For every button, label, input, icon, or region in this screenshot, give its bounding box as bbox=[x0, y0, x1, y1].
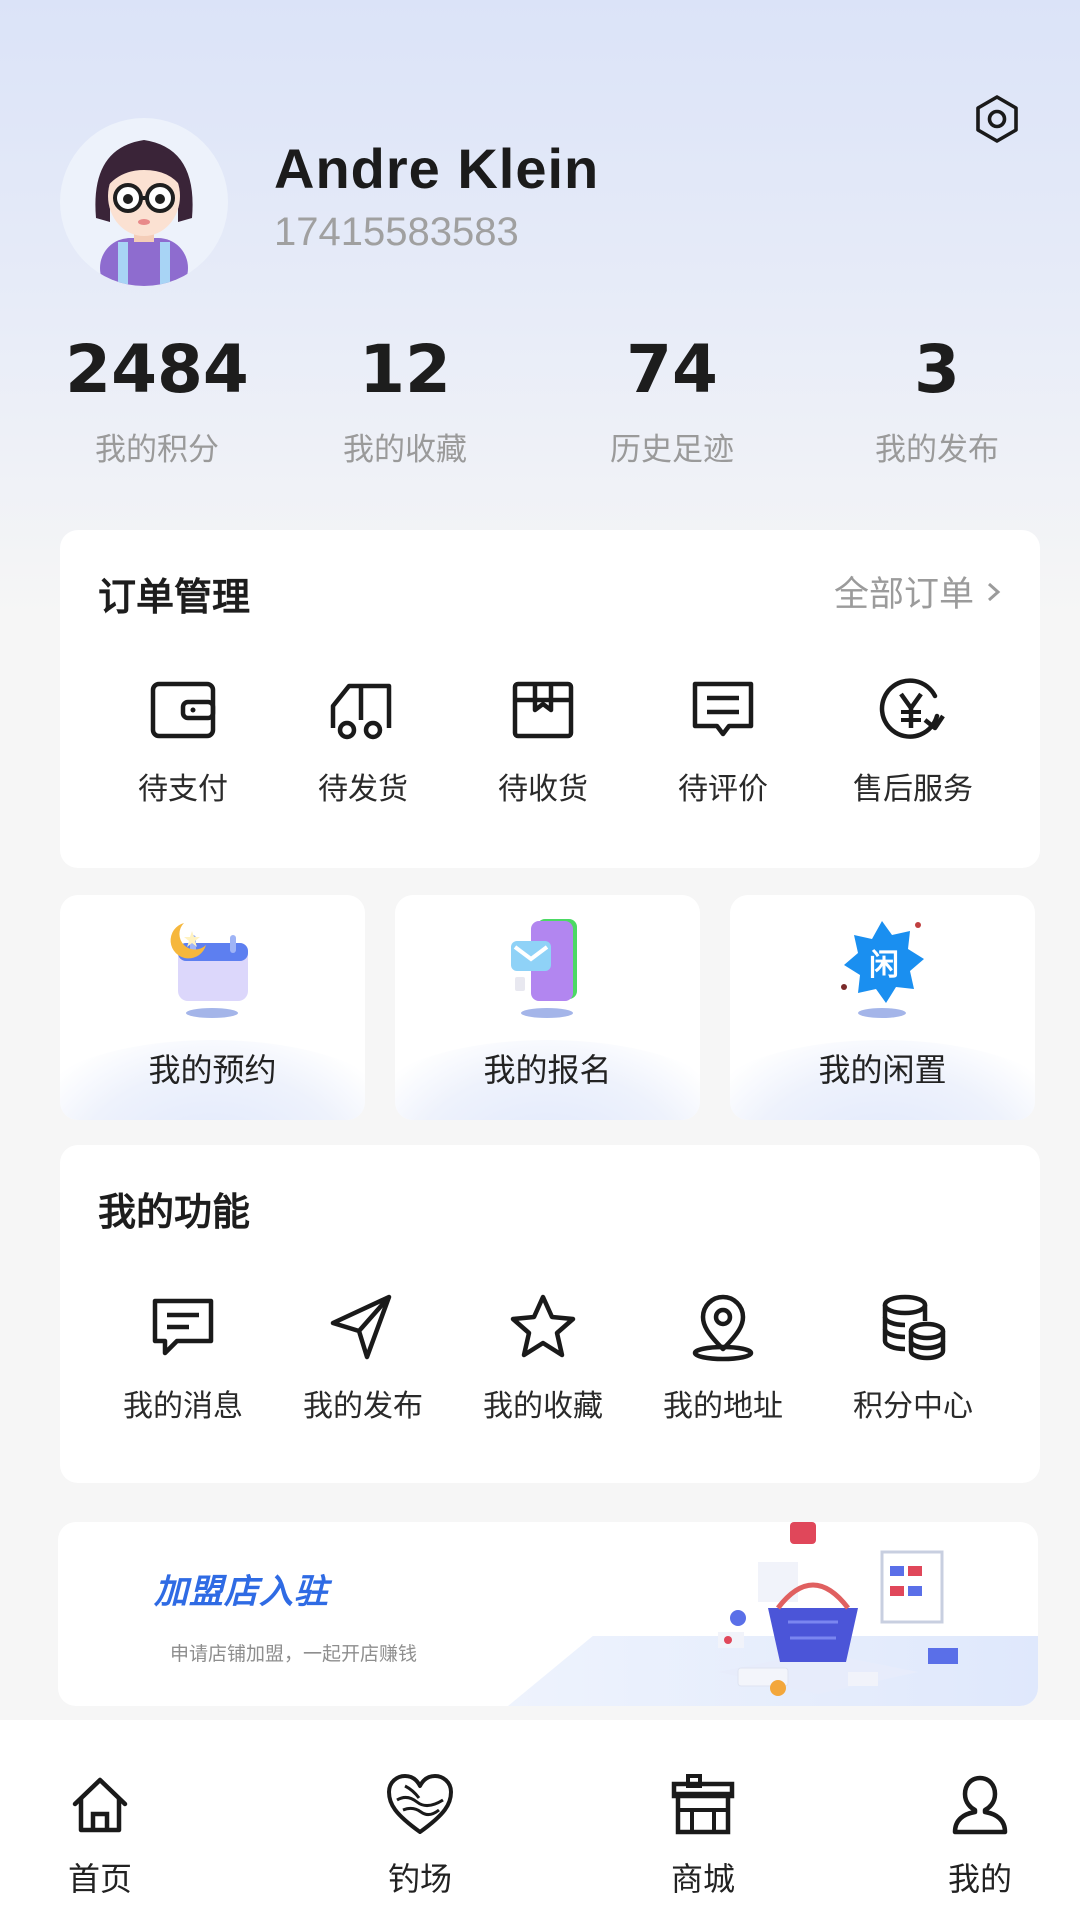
idle-badge-text: 闲 bbox=[869, 948, 899, 983]
tab-label: 钓场 bbox=[387, 1860, 452, 1898]
settings-hex-icon bbox=[976, 95, 1018, 143]
store-icon bbox=[671, 1774, 735, 1835]
stat-label: 我的积分 bbox=[95, 432, 219, 468]
tab-mine[interactable]: 我的 bbox=[900, 1770, 1060, 1900]
home-icon bbox=[72, 1777, 128, 1833]
franchise-banner[interactable]: 加盟店入驻 申请店铺加盟，一起开店赚钱 bbox=[58, 1522, 1038, 1706]
function-item-label: 我的地址 bbox=[663, 1389, 783, 1424]
order-item-label: 待收货 bbox=[498, 772, 588, 807]
function-item-label: 我的收藏 bbox=[483, 1389, 603, 1424]
truck-icon bbox=[330, 683, 392, 740]
order-item-label: 待支付 bbox=[138, 772, 228, 807]
settings-button[interactable] bbox=[968, 90, 1026, 148]
header-background bbox=[0, 0, 1080, 620]
stat-posts[interactable]: 3 我的发布 bbox=[827, 330, 1047, 469]
tab-label: 首页 bbox=[67, 1860, 132, 1898]
fishing-heart-icon bbox=[387, 1774, 453, 1834]
banner-subtitle: 申请店铺加盟，一起开店赚钱 bbox=[170, 1643, 418, 1665]
wallet-icon bbox=[150, 681, 216, 739]
function-points-center[interactable]: 积分中心 bbox=[823, 1287, 1003, 1425]
comment-icon bbox=[692, 681, 754, 737]
orders-card: 订单管理 全部订单 待支付 待发货 待收货 待评价 售后服务 bbox=[60, 530, 1040, 868]
stat-value: 12 bbox=[359, 331, 451, 408]
stat-label: 历史足迹 bbox=[610, 432, 734, 468]
shopping-basket-illustration bbox=[718, 1522, 958, 1696]
function-item-label: 我的发布 bbox=[303, 1389, 423, 1424]
function-item-label: 我的消息 bbox=[123, 1389, 243, 1424]
bottom-tab-bar: 首页 钓场 商城 我的 bbox=[0, 1720, 1080, 1920]
tab-store[interactable]: 商城 bbox=[623, 1770, 783, 1900]
phone-mail-icon bbox=[511, 919, 577, 1018]
banner-title: 加盟店入驻 bbox=[154, 1572, 329, 1612]
order-pending-shipment[interactable]: 待发货 bbox=[273, 670, 453, 808]
tab-label: 商城 bbox=[670, 1860, 735, 1898]
yen-refresh-icon bbox=[879, 678, 945, 739]
order-pending-receipt[interactable]: 待收货 bbox=[453, 670, 633, 808]
message-icon bbox=[152, 1298, 214, 1356]
stat-points[interactable]: 2484 我的积分 bbox=[47, 330, 267, 469]
user-name: Andre Klein bbox=[274, 137, 600, 200]
order-pending-review[interactable]: 待评价 bbox=[633, 670, 813, 808]
order-item-label: 待评价 bbox=[678, 772, 768, 807]
functions-card: 我的功能 我的消息 我的发布 我的收藏 我的地址 积分中心 bbox=[60, 1145, 1040, 1483]
location-icon bbox=[692, 1294, 754, 1362]
stat-history[interactable]: 74 历史足迹 bbox=[562, 330, 782, 469]
coins-icon bbox=[882, 1294, 946, 1361]
stat-label: 我的发布 bbox=[875, 432, 999, 468]
order-after-sales[interactable]: 售后服务 bbox=[823, 670, 1003, 808]
tab-home[interactable]: 首页 bbox=[20, 1770, 180, 1900]
avatar-illustration bbox=[95, 140, 193, 286]
stat-value: 3 bbox=[914, 331, 960, 408]
calendar-moon-icon bbox=[170, 923, 248, 1018]
all-orders-link[interactable]: 全部订单 bbox=[834, 566, 1004, 617]
user-phone: 17415583583 bbox=[274, 210, 519, 254]
avatar[interactable] bbox=[60, 118, 228, 286]
stat-label: 我的收藏 bbox=[343, 432, 467, 468]
tab-fishing[interactable]: 钓场 bbox=[340, 1770, 500, 1900]
package-icon bbox=[512, 681, 574, 739]
stats-row: 2484 我的积分 12 我的收藏 74 历史足迹 3 我的发布 bbox=[0, 330, 1080, 470]
feature-label: 我的预约 bbox=[148, 1051, 277, 1089]
functions-title: 我的功能 bbox=[98, 1190, 251, 1234]
user-icon bbox=[952, 1775, 1008, 1835]
feature-registration[interactable]: 我的报名 bbox=[395, 895, 700, 1120]
order-item-label: 售后服务 bbox=[853, 772, 973, 807]
orders-title: 订单管理 bbox=[98, 575, 251, 619]
function-item-label: 积分中心 bbox=[853, 1389, 973, 1424]
stat-favorites[interactable]: 12 我的收藏 bbox=[295, 330, 515, 469]
feature-label: 我的闲置 bbox=[818, 1051, 947, 1089]
star-icon bbox=[510, 1294, 576, 1358]
stat-value: 74 bbox=[626, 331, 718, 408]
all-orders-label: 全部订单 bbox=[833, 575, 974, 615]
feature-idle[interactable]: 闲 我的闲置 bbox=[730, 895, 1035, 1120]
function-favorites[interactable]: 我的收藏 bbox=[453, 1287, 633, 1425]
chevron-right-icon bbox=[988, 582, 1001, 601]
idle-badge-icon: 闲 bbox=[841, 921, 924, 1018]
feature-reservation[interactable]: 我的预约 bbox=[60, 895, 365, 1120]
send-icon bbox=[330, 1294, 392, 1360]
function-address[interactable]: 我的地址 bbox=[633, 1287, 813, 1425]
order-pending-payment[interactable]: 待支付 bbox=[93, 670, 273, 808]
tab-label: 我的 bbox=[947, 1860, 1012, 1898]
function-messages[interactable]: 我的消息 bbox=[93, 1287, 273, 1425]
stat-value: 2484 bbox=[65, 331, 249, 408]
feature-label: 我的报名 bbox=[483, 1051, 612, 1089]
order-item-label: 待发货 bbox=[318, 772, 408, 807]
function-posts[interactable]: 我的发布 bbox=[273, 1287, 453, 1425]
